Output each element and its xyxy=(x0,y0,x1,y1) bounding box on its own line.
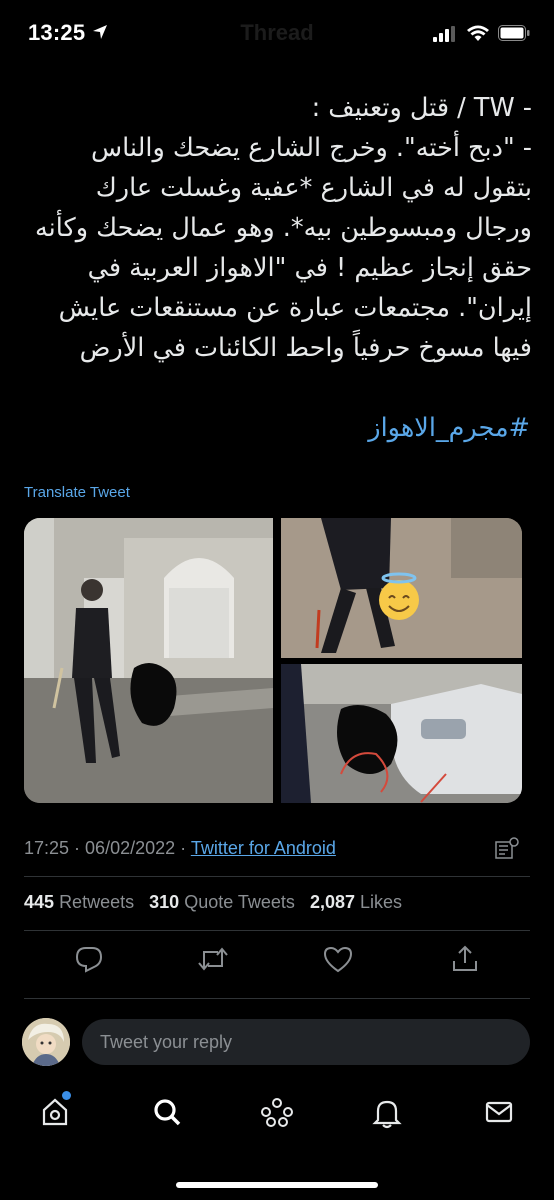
tweet-media-grid[interactable] xyxy=(24,518,522,803)
divider xyxy=(24,876,530,877)
reply-placeholder: Tweet your reply xyxy=(100,1032,233,1052)
share-icon[interactable] xyxy=(450,944,480,974)
cellular-signal-icon xyxy=(433,26,455,42)
quote-tweets-stat[interactable]: 310 Quote Tweets xyxy=(149,892,295,912)
tweet-time: 17:25 xyxy=(24,838,70,858)
tweet-date: 06/02/2022 xyxy=(85,838,176,858)
tweet-stats: 445 Retweets 310 Quote Tweets 2,087 Like… xyxy=(24,892,402,913)
wifi-icon xyxy=(467,25,489,41)
home-indicator xyxy=(176,1182,378,1188)
notification-dot xyxy=(62,1091,71,1100)
notifications-icon[interactable] xyxy=(372,1097,402,1129)
status-time: 13:25 xyxy=(28,20,86,45)
location-arrow-icon xyxy=(93,25,107,39)
like-icon[interactable] xyxy=(322,944,354,974)
divider xyxy=(24,930,530,931)
tweet-source-link[interactable]: Twitter for Android xyxy=(191,838,336,858)
retweet-icon[interactable] xyxy=(196,944,230,974)
messages-icon[interactable] xyxy=(484,1097,514,1127)
tweet-hashtag[interactable]: #مجرم_الاهواز xyxy=(368,408,530,448)
divider xyxy=(24,998,530,999)
translate-tweet-link[interactable]: Translate Tweet xyxy=(24,484,130,501)
home-icon[interactable] xyxy=(40,1097,70,1127)
search-icon[interactable] xyxy=(152,1097,182,1127)
media-photo-2[interactable] xyxy=(281,518,522,658)
tweet-body: - TW / قتل وتعنيف : - "دبح أخته". وخرج ا… xyxy=(35,93,532,363)
reply-icon[interactable] xyxy=(74,944,104,974)
reply-input[interactable]: Tweet your reply xyxy=(82,1019,530,1065)
status-bar: Thread 13:25 xyxy=(0,0,554,70)
analytics-icon[interactable] xyxy=(494,836,520,862)
media-photo-1[interactable] xyxy=(24,518,273,803)
media-photo-3[interactable] xyxy=(281,664,522,803)
likes-stat[interactable]: 2,087 Likes xyxy=(310,892,402,912)
battery-icon xyxy=(498,25,530,41)
avatar[interactable] xyxy=(22,1018,70,1066)
tweet-actions xyxy=(0,944,554,980)
spaces-icon[interactable] xyxy=(260,1097,294,1127)
retweets-stat[interactable]: 445 Retweets xyxy=(24,892,134,912)
tweet-meta: 17:25 · 06/02/2022 · Twitter for Android xyxy=(24,838,336,858)
